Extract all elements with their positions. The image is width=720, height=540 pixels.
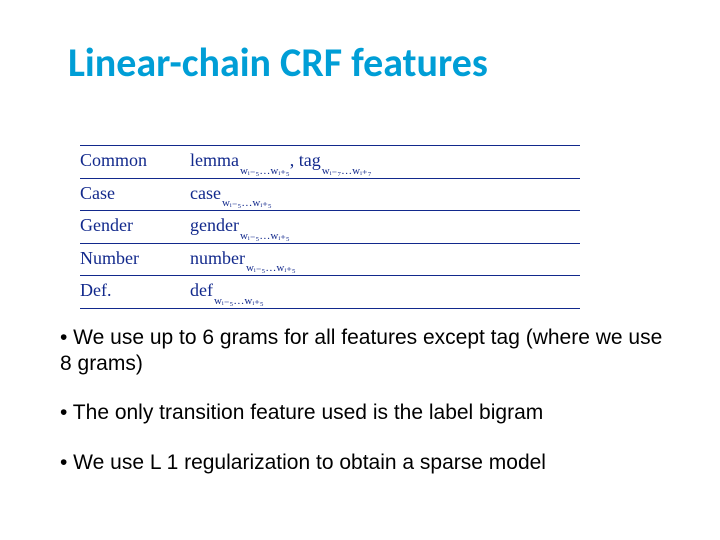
bullet-item: • The only transition feature used is th…: [60, 400, 670, 426]
row-label: Case: [80, 183, 190, 204]
feat-range: wᵢ₋₅…wᵢ₊₅: [239, 165, 290, 177]
row-features: numberwᵢ₋₅…wᵢ₊₅: [190, 248, 580, 272]
feat-range: wᵢ₋₇…wᵢ₊₇: [321, 165, 372, 177]
row-features: defwᵢ₋₅…wᵢ₊₅: [190, 280, 580, 304]
row-features: lemmawᵢ₋₅…wᵢ₊₅, tagwᵢ₋₇…wᵢ₊₇: [190, 150, 580, 174]
bullet-item: • We use up to 6 grams for all features …: [60, 325, 670, 376]
feat-range: wᵢ₋₅…wᵢ₊₅: [213, 295, 264, 307]
feat-range: wᵢ₋₅…wᵢ₊₅: [221, 197, 272, 209]
row-label: Number: [80, 248, 190, 269]
feature-table: Common lemmawᵢ₋₅…wᵢ₊₅, tagwᵢ₋₇…wᵢ₊₇ Case…: [80, 145, 580, 309]
feat-name: case: [190, 183, 221, 203]
slide: Linear-chain CRF features Common lemmawᵢ…: [0, 0, 720, 540]
table-row: Case casewᵢ₋₅…wᵢ₊₅: [80, 179, 580, 212]
feat-range: wᵢ₋₅…wᵢ₊₅: [239, 230, 290, 242]
bullet-item: • We use L 1 regularization to obtain a …: [60, 450, 670, 476]
table-row: Def. defwᵢ₋₅…wᵢ₊₅: [80, 276, 580, 309]
feat-name: number: [190, 248, 245, 268]
feat-name: gender: [190, 215, 239, 235]
table-row: Number numberwᵢ₋₅…wᵢ₊₅: [80, 244, 580, 277]
feat-name: tag: [299, 150, 321, 170]
row-label: Gender: [80, 215, 190, 236]
row-features: casewᵢ₋₅…wᵢ₊₅: [190, 183, 580, 207]
table-row: Gender genderwᵢ₋₅…wᵢ₊₅: [80, 211, 580, 244]
row-label: Def.: [80, 280, 190, 301]
row-features: genderwᵢ₋₅…wᵢ₊₅: [190, 215, 580, 239]
slide-title: Linear-chain CRF features: [68, 38, 488, 87]
bullet-list: • We use up to 6 grams for all features …: [60, 325, 670, 499]
feat-name: lemma: [190, 150, 239, 170]
feat-name: def: [190, 280, 213, 300]
table-row: Common lemmawᵢ₋₅…wᵢ₊₅, tagwᵢ₋₇…wᵢ₊₇: [80, 145, 580, 179]
row-label: Common: [80, 150, 190, 171]
feat-range: wᵢ₋₅…wᵢ₊₅: [245, 262, 296, 274]
